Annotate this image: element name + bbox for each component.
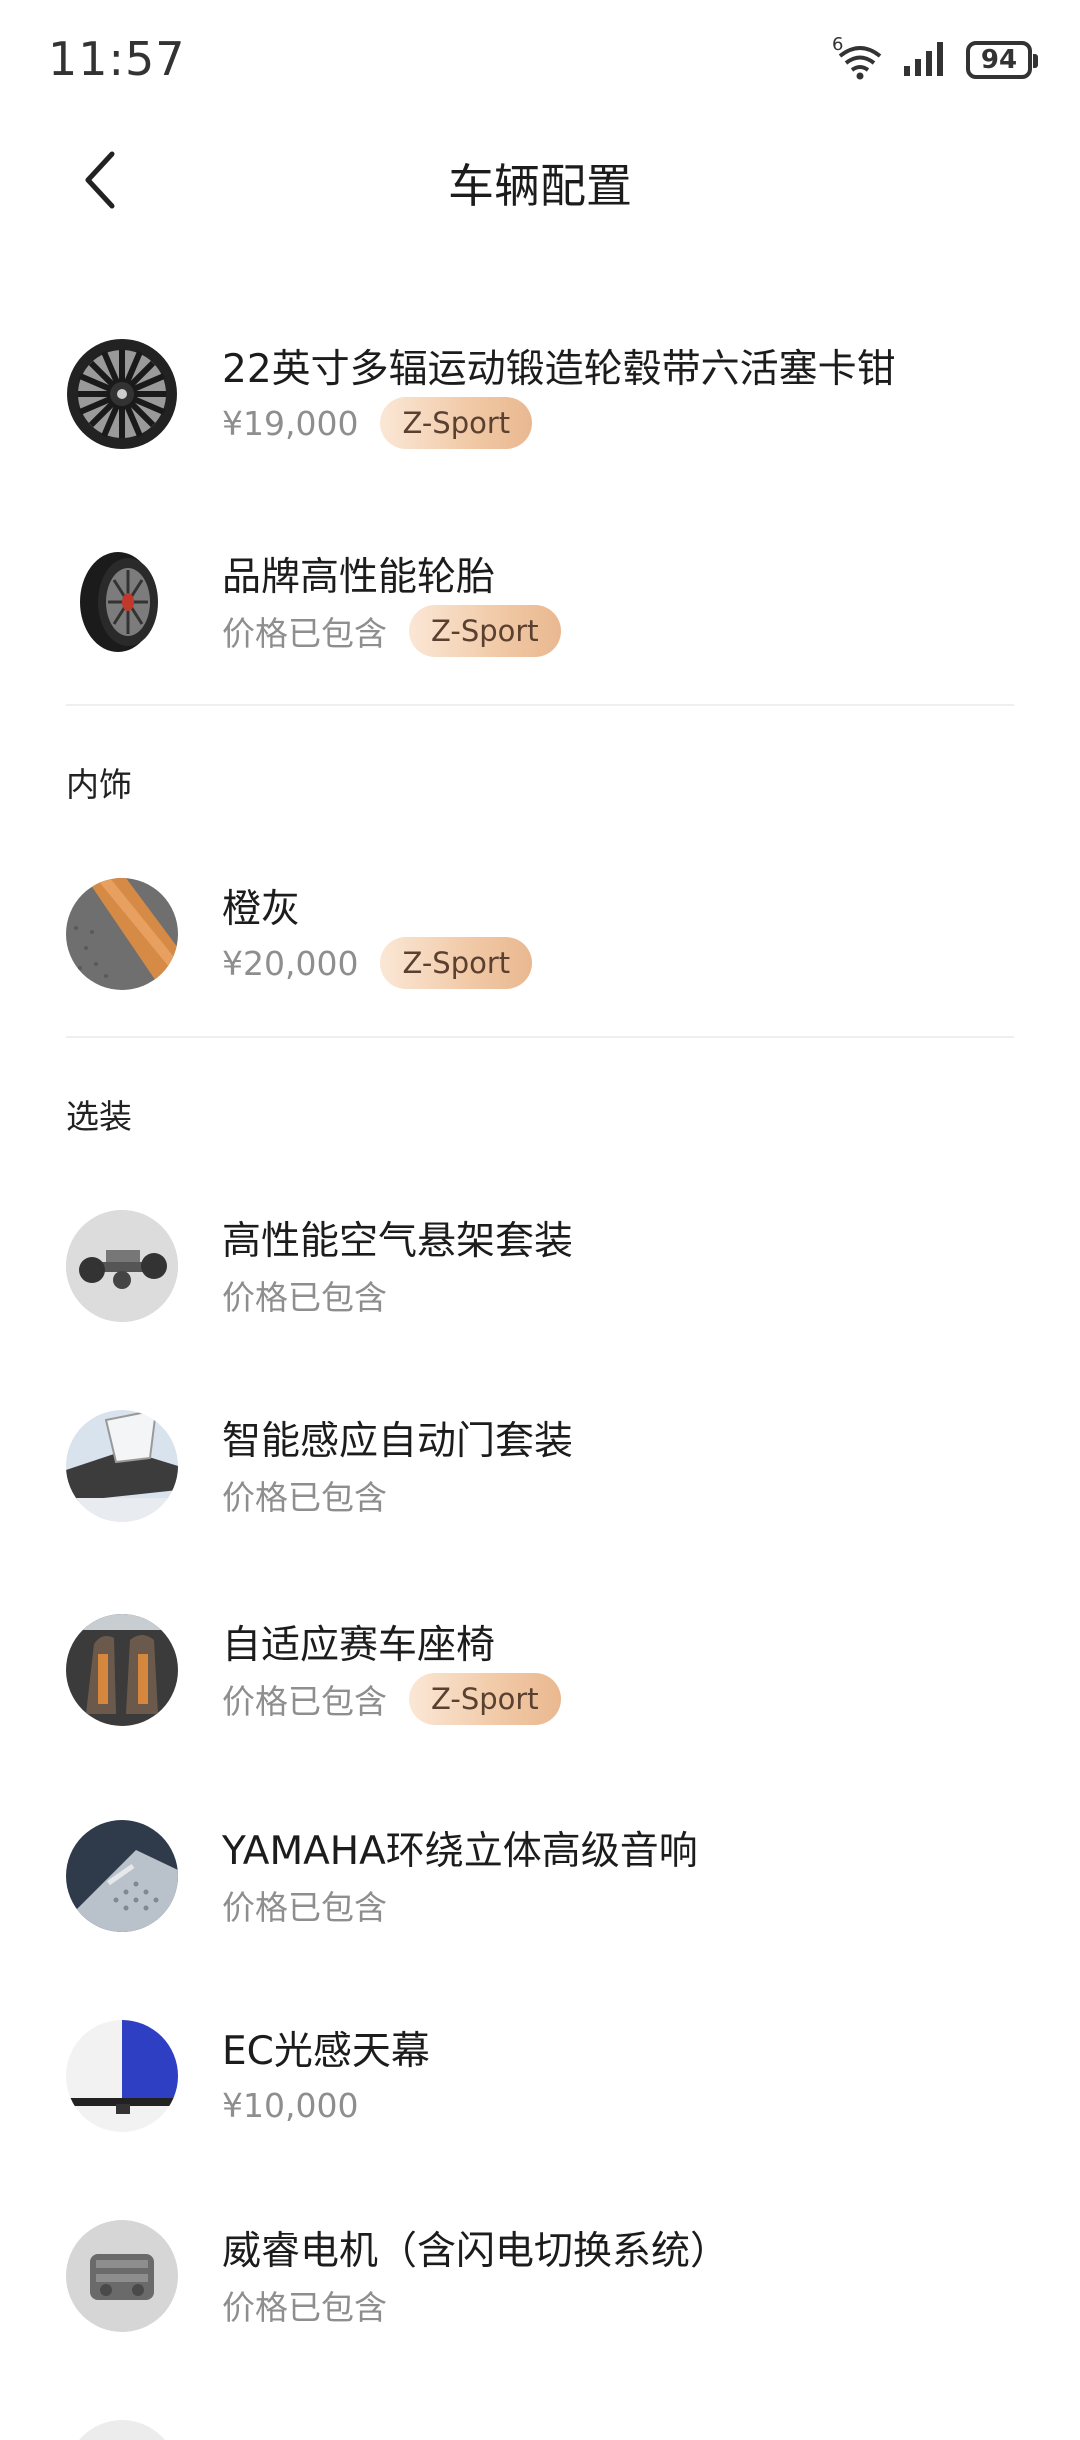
page-title: 车辆配置 [448,159,632,213]
suspension-icon [66,1210,178,1322]
item-price: ¥10,000 [222,2085,359,2125]
item-name: 自适应赛车座椅 [222,1623,496,1668]
item-price: ¥19,000 [222,403,359,443]
item-sub: ¥20,000 Z-Sport [222,936,533,990]
item-price: 价格已包含 [222,1278,387,1317]
status-icons: 6 94 [832,34,1038,82]
item-name: 智能感应自动门套装 [222,1419,574,1464]
seat-icon [66,1614,178,1726]
z-sport-badge: Z-Sport [409,605,561,657]
item-price: ¥20,000 [222,943,359,983]
wifi-label: 6 [832,34,844,55]
section-divider [66,704,1014,706]
section-title-interior: 内饰 [66,765,132,804]
item-sub: 价格已包含 Z-Sport [222,1672,561,1726]
door-icon [66,1410,178,1522]
signal-icon [902,40,948,80]
wheel-icon [66,338,178,450]
config-list[interactable]: 车轮 22英寸多辐运动锻造轮毂带六活塞卡钳 [0,210,1080,2440]
item-price: 价格已包含 [222,1478,387,1517]
item-name: 橙灰 [222,887,301,932]
item-name: 品牌高性能轮胎 [222,555,496,600]
z-sport-badge: Z-Sport [409,1673,561,1725]
item-name: 高性能空气悬架套装 [222,1219,574,1264]
item-sub: 价格已包含 [222,1878,387,1932]
item-name: 22英寸多辐运动锻造轮毂带六活塞卡钳 [222,347,896,392]
battery-icon: 94 [966,41,1038,79]
z-sport-badge: Z-Sport [380,937,533,989]
list-item-icon [66,2420,178,2440]
item-price: 价格已包含 [222,1682,387,1721]
item-sub: 价格已包含 Z-Sport [222,604,561,658]
status-time: 11:57 [48,32,186,86]
item-sub: 价格已包含 [222,1268,387,1322]
item-name: YAMAHA环绕立体高级音响 [222,1829,698,1874]
item-sub: ¥10,000 [222,2078,358,2132]
item-price: 价格已包含 [222,1888,387,1927]
item-sub: ¥19,000 Z-Sport [222,396,533,450]
section-divider [66,1036,1014,1038]
item-price: 价格已包含 [222,2288,387,2327]
section-title-options: 选装 [66,1097,132,1136]
sunroof-icon [66,2020,178,2132]
item-sub: 价格已包含 [222,2278,387,2332]
interior-swatch-icon [66,878,178,990]
item-price: 价格已包含 [222,614,387,653]
item-name: EC光感天幕 [222,2029,430,2074]
battery-level: 94 [980,45,1018,75]
tire-icon [66,546,178,658]
wifi-icon: 6 [832,34,884,80]
motor-icon [66,2220,178,2332]
item-sub: 价格已包含 [222,1468,387,1522]
speaker-icon [66,1820,178,1932]
z-sport-badge: Z-Sport [380,397,533,449]
status-bar: 11:57 6 94 [0,0,1080,120]
item-name: 威睿电机（含闪电切换系统） [222,2229,730,2274]
